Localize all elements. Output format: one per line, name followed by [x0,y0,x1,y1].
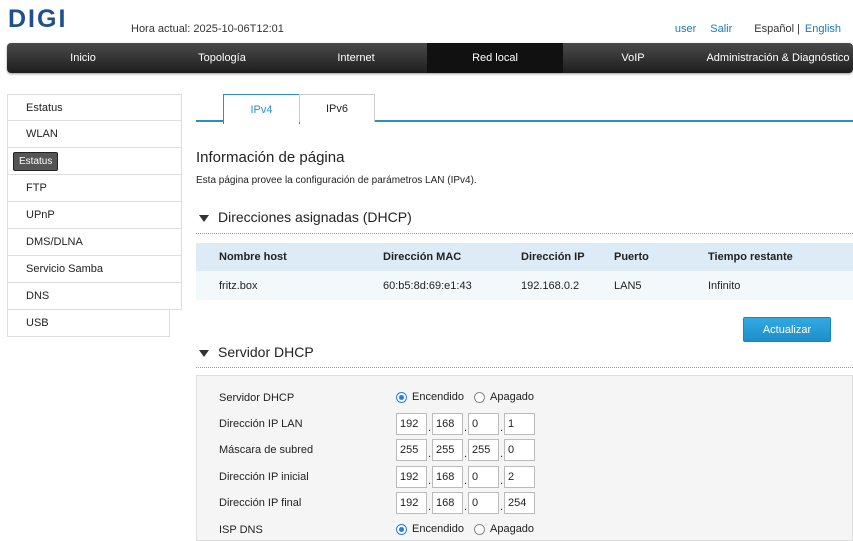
isp-dns-toggle: Encendido Apagado [396,523,544,535]
col-header: Tiempo restante [708,251,793,263]
col-header: Dirección MAC [383,251,462,263]
mask-input: . . . [396,439,535,461]
dhcp-server-toggle: Encendido Apagado [396,391,544,403]
sidebar-item-ftp[interactable]: FTP [7,175,182,202]
tab-ipv6[interactable]: IPv6 [299,94,375,122]
sidebar: Estatus WLAN Estatus FTP UPnP DMS/DLNA S… [7,94,182,337]
mask-octet-1[interactable] [396,439,427,461]
sidebar-item-wlan[interactable]: WLAN [7,121,182,148]
page-description: Esta página provee la configuración de p… [196,175,477,186]
sidebar-item-dms-dlna[interactable]: DMS/DLNA [7,229,182,256]
section-dhcp-assigned[interactable]: Direcciones asignadas (DHCP) [199,209,412,225]
cell-port: LAN5 [614,279,642,292]
radio-label: Encendido [412,523,464,535]
collapse-triangle-icon [199,349,209,357]
mask-octet-4[interactable] [504,439,535,461]
nav-internet[interactable]: Internet [285,43,427,73]
lan-ip-octet-2[interactable] [432,413,463,435]
radio-dhcp-on[interactable] [396,391,407,403]
label-end-ip: Dirección IP final [219,497,302,509]
table-header: Nombre host Dirección MAC Dirección IP P… [196,243,853,271]
cell-time: Infinito [708,279,741,292]
divider [196,233,853,234]
lan-ip-octet-4[interactable] [504,413,535,435]
start-ip-octet-1[interactable] [396,466,427,488]
start-ip-octet-2[interactable] [432,466,463,488]
lang-separator: | [797,23,800,35]
digi-logo: DIGI [8,6,104,30]
nav-red-local[interactable]: Red local [427,43,563,73]
nav-topologia[interactable]: Topología [159,43,285,73]
start-ip-input: . . . [396,466,535,488]
end-ip-input: . . . [396,492,535,514]
collapse-triangle-icon [199,214,209,222]
cell-ip: 192.168.0.2 [521,279,580,292]
lan-ip-octet-1[interactable] [396,413,427,435]
mask-octet-2[interactable] [432,439,463,461]
section-title: Servidor DHCP [218,344,314,360]
end-ip-octet-3[interactable] [468,492,499,514]
sidebar-item-dns[interactable]: DNS [7,283,182,310]
section-title: Direcciones asignadas (DHCP) [218,209,412,225]
col-header: Dirección IP [521,251,585,263]
start-ip-octet-4[interactable] [504,466,535,488]
divider [196,367,853,368]
radio-dhcp-off[interactable] [474,391,485,403]
end-ip-octet-1[interactable] [396,492,427,514]
page-title: Información de página [196,149,345,166]
lang-spanish[interactable]: Español [754,23,794,35]
cell-mac: 60:b5:8d:69:e1:43 [383,279,472,292]
current-time: Hora actual: 2025-10-06T12:01 [131,23,284,35]
radio-dns-on[interactable] [396,523,407,535]
lan-ip-octet-3[interactable] [468,413,499,435]
end-ip-octet-2[interactable] [432,492,463,514]
refresh-button[interactable]: Actualizar [743,317,831,342]
label-lan-ip: Dirección IP LAN [219,418,303,430]
sidebar-item-samba[interactable]: Servicio Samba [7,256,182,283]
sidebar-item-label: DNS [26,290,50,302]
end-ip-octet-4[interactable] [504,492,535,514]
radio-label: Apagado [490,391,535,403]
sidebar-item-label: DMS/DLNA [26,236,83,248]
label-start-ip: Dirección IP inicial [219,471,309,483]
dhcp-table: Nombre host Dirección MAC Dirección IP P… [196,243,853,300]
cell-host: fritz.box [219,279,258,292]
sidebar-item-label: Servicio Samba [26,263,104,275]
sidebar-item-label: WLAN [26,128,58,140]
col-header: Nombre host [219,251,287,263]
top-links: user Salir Español | English [675,23,841,35]
section-dhcp-server[interactable]: Servidor DHCP [199,344,314,360]
main-nav: Inicio Topología Internet Red local VoIP… [7,43,853,73]
nav-inicio[interactable]: Inicio [7,43,159,73]
sidebar-item-label: Estatus [26,101,63,114]
table-row: fritz.box 60:b5:8d:69:e1:43 192.168.0.2 … [196,271,853,300]
nav-administracion[interactable]: Administración & Diagnóstico [703,43,853,73]
sidebar-item-upnp[interactable]: UPnP [7,202,182,229]
lang-english[interactable]: English [805,23,841,35]
col-header: Puerto [614,251,649,263]
sidebar-item-estatus-sub[interactable]: Estatus [7,148,182,175]
sidebar-item-estatus[interactable]: Estatus [7,94,182,121]
label-dhcp-server: Servidor DHCP [219,392,295,404]
sidebar-item-label: UPnP [26,209,55,221]
sidebar-item-label: USB [26,317,49,329]
radio-label: Apagado [490,523,535,535]
start-ip-octet-3[interactable] [468,466,499,488]
radio-label: Encendido [412,391,464,403]
radio-dns-off[interactable] [474,523,485,535]
label-isp-dns: ISP DNS [219,524,263,536]
brand-text: DIGI [8,6,67,30]
sidebar-item-usb[interactable]: USB [7,310,170,337]
nav-voip[interactable]: VoIP [563,43,703,73]
tab-ipv4[interactable]: IPv4 [223,94,300,124]
logout-link[interactable]: Salir [710,23,732,35]
mask-octet-3[interactable] [468,439,499,461]
dhcp-server-panel: Servidor DHCP Encendido Apagado Direcció… [196,375,853,541]
user-link[interactable]: user [675,23,696,35]
lan-ip-input: . . . [396,413,535,435]
sidebar-item-label: Estatus [13,151,59,171]
sidebar-item-label: FTP [26,182,47,194]
ip-tabs: IPv4 IPv6 [196,94,853,124]
label-mask: Máscara de subred [219,444,314,456]
